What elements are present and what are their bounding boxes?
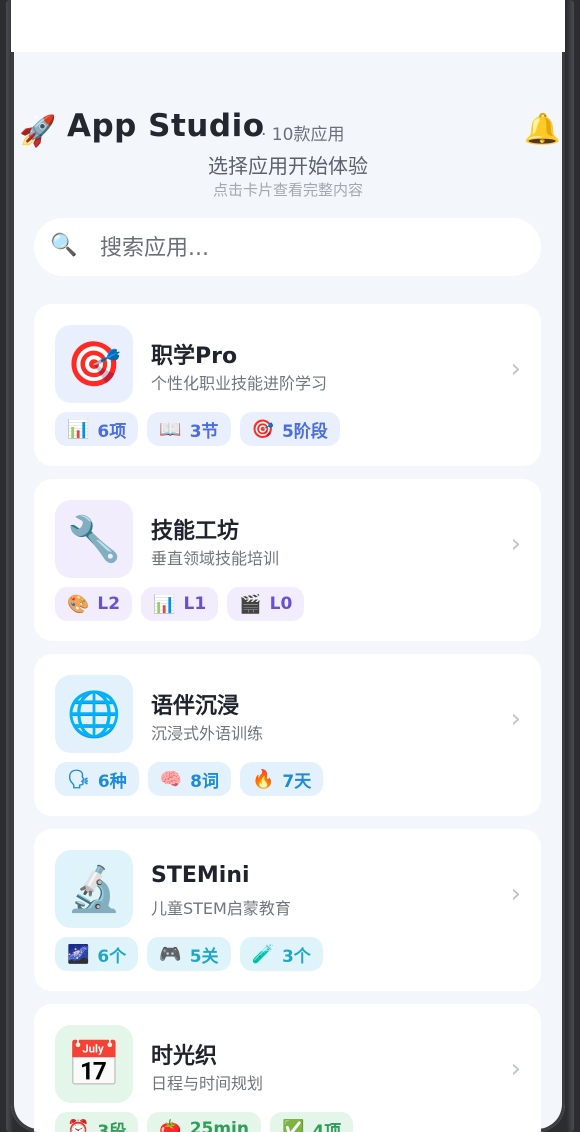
chevron-right-icon: › xyxy=(510,704,521,734)
tag-label: 3个 xyxy=(281,946,311,967)
calendar-icon: 📅 xyxy=(55,1025,133,1103)
palette-icon: 🎨 xyxy=(67,593,90,615)
page-hint: 点击卡片查看完整内容 xyxy=(212,181,363,199)
book-icon: 📖 xyxy=(159,418,182,440)
search-bar: 🔍 xyxy=(34,218,541,278)
tag-languages: 🗣 6种 xyxy=(55,762,139,796)
test-tube-icon: 🧪 xyxy=(251,943,274,965)
bar-chart-icon: 📊 xyxy=(67,418,90,440)
tag-label: 6个 xyxy=(97,946,127,967)
tag-level: 🎬 L0 xyxy=(227,587,305,621)
rocket-icon: 🚀 xyxy=(19,114,57,149)
app-description: 日程与时间规划 xyxy=(151,1074,264,1093)
gamepad-icon: 🎮 xyxy=(159,943,182,965)
tag-levels: 🎮 5关 xyxy=(147,937,231,971)
app-tags: 🗣 6种 🧠 8词 🔥 7天 xyxy=(55,762,324,796)
tag-experiments: 🧪 3个 xyxy=(239,937,323,971)
app-tags: ⏰ 3段 🍅 25min ✅ 4项 xyxy=(55,1112,354,1132)
app-tags: 🌌 6个 🎮 5关 🧪 3个 xyxy=(55,937,323,971)
target-icon: 🎯 xyxy=(251,418,274,440)
bar-chart-icon: 📊 xyxy=(153,593,176,615)
app-count: · 10款应用 xyxy=(261,125,345,145)
app-card-time-weave[interactable]: 📅 时光织 日程与时间规划 › ⏰ 3段 🍅 25min ✅ 4项 xyxy=(34,1004,541,1132)
speaking-head-icon: 🗣 xyxy=(67,768,90,790)
app-name: 职学Pro xyxy=(151,344,238,369)
tag-label: L0 xyxy=(269,594,293,614)
app-description: 儿童STEM启蒙教育 xyxy=(151,899,291,918)
tag-label: 25min xyxy=(189,1119,249,1132)
page-header: 🚀 App Studio · 10款应用 🔔 选择应用开始体验 点击卡片查看完整… xyxy=(11,108,565,208)
app-description: 个性化职业技能进阶学习 xyxy=(151,374,328,393)
app-title: App Studio xyxy=(67,108,265,144)
globe-icon: 🌐 xyxy=(55,675,133,753)
search-input[interactable] xyxy=(98,218,522,278)
alarm-clock-icon: ⏰ xyxy=(67,1118,90,1132)
app-name: 技能工坊 xyxy=(151,519,240,544)
tag-label: L1 xyxy=(183,594,207,614)
app-description: 沉浸式外语训练 xyxy=(151,724,264,743)
tag-topics: 🌌 6个 xyxy=(55,937,139,971)
tag-level: 📊 L1 xyxy=(141,587,219,621)
tag-level: 🎨 L2 xyxy=(55,587,133,621)
tag-lessons: 📖 3节 xyxy=(147,412,231,446)
app-card-zhixue-pro[interactable]: 🎯 职学Pro 个性化职业技能进阶学习 › 📊 6项 📖 3节 🎯 5阶段 xyxy=(34,304,541,466)
device-rim-right xyxy=(566,0,574,1132)
app-name: 时光织 xyxy=(151,1044,218,1069)
tag-label: 4项 xyxy=(312,1121,342,1132)
chevron-right-icon: › xyxy=(510,354,521,384)
app-card-language-immersion[interactable]: 🌐 语伴沉浸 沉浸式外语训练 › 🗣 6种 🧠 8词 🔥 7天 xyxy=(34,654,541,816)
brain-icon: 🧠 xyxy=(159,768,183,790)
app-name: 语伴沉浸 xyxy=(151,694,240,719)
tag-label: L2 xyxy=(97,594,121,614)
microscope-icon: 🔬 xyxy=(55,850,133,928)
phone-screen: 🚀 App Studio · 10款应用 🔔 选择应用开始体验 点击卡片查看完整… xyxy=(11,0,565,1132)
tag-words: 🧠 8词 xyxy=(147,762,231,796)
tag-stages: 🎯 5阶段 xyxy=(239,412,340,446)
tag-label: 5阶段 xyxy=(281,421,328,442)
app-card-stemini[interactable]: 🔬 STEMini 儿童STEM启蒙教育 › 🌌 6个 🎮 5关 🧪 3个 xyxy=(34,829,541,991)
target-icon: 🎯 xyxy=(55,325,133,403)
chevron-right-icon: › xyxy=(510,1054,521,1084)
tag-label: 6种 xyxy=(97,771,127,792)
search-icon: 🔍 xyxy=(50,233,78,258)
clapper-icon: 🎬 xyxy=(239,593,262,615)
tag-label: 6项 xyxy=(97,421,127,442)
tag-items: 📊 6项 xyxy=(55,412,139,446)
app-description: 垂直领域技能培训 xyxy=(151,549,280,568)
tag-label: 3段 xyxy=(97,1121,127,1132)
check-icon: ✅ xyxy=(282,1118,305,1132)
tag-tasks: ✅ 4项 xyxy=(270,1112,354,1132)
app-tags: 📊 6项 📖 3节 🎯 5阶段 xyxy=(55,412,340,446)
tag-streak: 🔥 7天 xyxy=(239,762,324,796)
wrench-icon: 🔧 xyxy=(55,500,133,578)
chevron-right-icon: › xyxy=(510,529,521,559)
page-subtitle: 选择应用开始体验 xyxy=(208,154,368,178)
app-card-skill-workshop[interactable]: 🔧 技能工坊 垂直领域技能培训 › 🎨 L2 📊 L1 🎬 L0 xyxy=(34,479,541,641)
chevron-right-icon: › xyxy=(510,879,521,909)
tag-periods: ⏰ 3段 xyxy=(55,1112,139,1132)
tag-pomodoro: 🍅 25min xyxy=(147,1112,261,1132)
tag-label: 5关 xyxy=(189,946,219,967)
status-bar xyxy=(11,0,565,52)
app-tags: 🎨 L2 📊 L1 🎬 L0 xyxy=(55,587,305,621)
bell-icon[interactable]: 🔔 xyxy=(524,112,561,147)
tomato-icon: 🍅 xyxy=(159,1118,182,1132)
tag-label: 3节 xyxy=(189,421,219,442)
tag-label: 8词 xyxy=(190,771,219,792)
galaxy-icon: 🌌 xyxy=(67,943,90,965)
fire-icon: 🔥 xyxy=(251,768,275,790)
tag-label: 7天 xyxy=(282,771,312,792)
app-name: STEMini xyxy=(151,863,250,888)
